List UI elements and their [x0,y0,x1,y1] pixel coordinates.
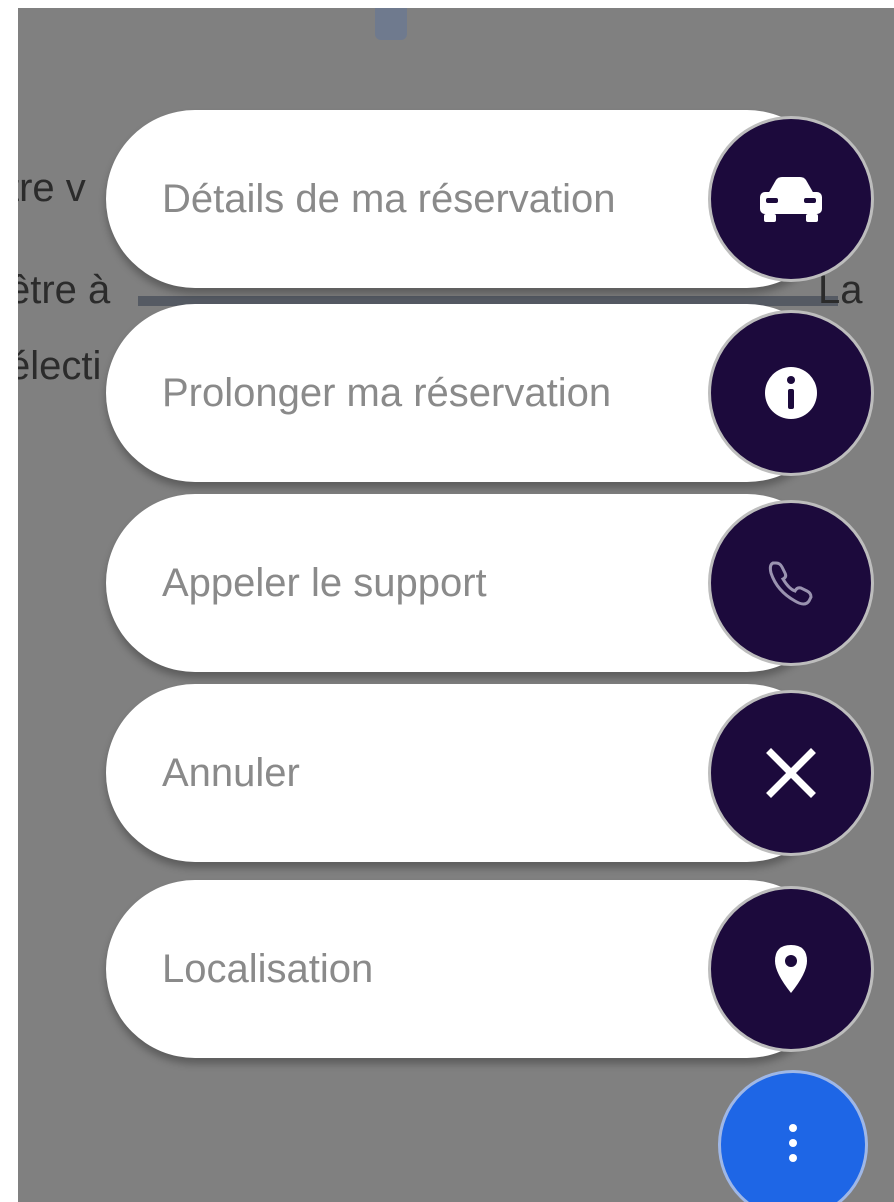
more-vertical-icon [789,1124,797,1162]
top-drag-handle [375,8,407,40]
menu-item-cancel[interactable]: Annuler [106,684,888,862]
background-text-line: être à [18,268,111,312]
phone-icon [768,561,813,606]
menu-item-extend-reservation[interactable]: Prolonger ma réservation [106,304,888,482]
menu-item-reservation-details[interactable]: Détails de ma réservation [106,110,888,288]
menu-item-label: Appeler le support [162,560,487,605]
car-icon [760,177,822,222]
screen-overlay: tre v être à La électi Détails de ma rés… [18,8,894,1202]
menu-item-label: Annuler [162,750,300,795]
more-options-fab[interactable] [718,1070,868,1202]
location-pin-icon [775,945,807,993]
info-icon [765,367,817,419]
menu-item-label: Détails de ma réservation [162,176,616,221]
background-text-line: électi [18,344,102,388]
menu-item-call-support[interactable]: Appeler le support [106,494,888,672]
background-text-line: tre v [18,166,86,210]
extend-reservation-button[interactable] [708,310,874,476]
menu-item-label: Localisation [162,946,374,991]
menu-item-label: Prolonger ma réservation [162,370,612,415]
call-support-button[interactable] [708,500,874,666]
close-icon [766,748,816,798]
location-button[interactable] [708,886,874,1052]
menu-item-location[interactable]: Localisation [106,880,888,1058]
reservation-details-button[interactable] [708,116,874,282]
cancel-button[interactable] [708,690,874,856]
